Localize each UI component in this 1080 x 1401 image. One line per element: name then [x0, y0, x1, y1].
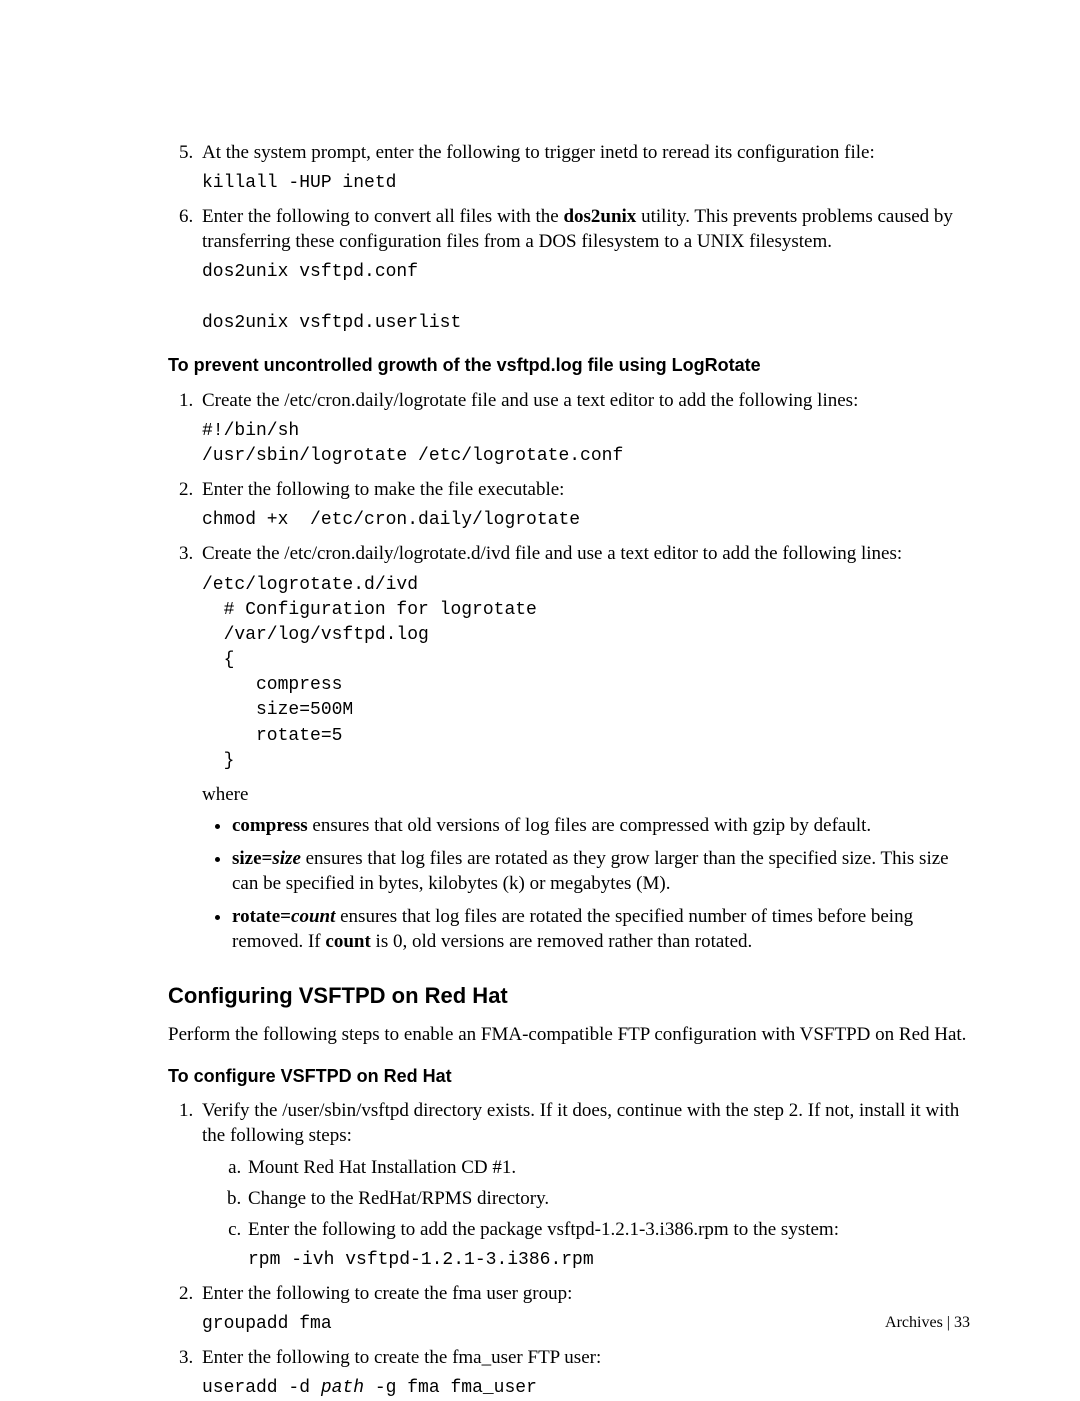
list-item: Create the /etc/cron.daily/logrotate.d/i… [198, 541, 970, 954]
code-block: dos2unix vsftpd.conf dos2unix vsftpd.use… [202, 260, 970, 336]
ordered-list-b: Create the /etc/cron.daily/logrotate fil… [168, 388, 970, 955]
code-block: chmod +x /etc/cron.daily/logrotate [202, 508, 970, 533]
where-label: where [202, 782, 970, 807]
text-fragment: ensures that old versions of log files a… [308, 815, 872, 836]
list-item: compress ensures that old versions of lo… [232, 813, 970, 838]
list-item: Change to the RedHat/RPMS directory. [246, 1186, 970, 1211]
code-fragment: useradd -d [202, 1378, 321, 1398]
list-item: Create the /etc/cron.daily/logrotate fil… [198, 388, 970, 469]
step-text: Enter the following to create the fma_us… [202, 1345, 970, 1370]
code-block: rpm -ivh vsftpd-1.2.1-3.i386.rpm [248, 1248, 970, 1273]
step-text: Enter the following to convert all files… [202, 204, 970, 254]
step-text: Create the /etc/cron.daily/logrotate.d/i… [202, 541, 970, 566]
step-text: Enter the following to create the fma us… [202, 1281, 970, 1306]
bold-italic-fragment: count [291, 906, 335, 927]
list-item: Enter the following to add the package v… [246, 1217, 970, 1273]
code-block: /etc/logrotate.d/ivd # Configuration for… [202, 573, 970, 775]
list-item: Enter the following to make the file exe… [198, 477, 970, 533]
step-text: Enter the following to add the package v… [248, 1217, 970, 1242]
ordered-list-c: Verify the /user/sbin/vsftpd directory e… [168, 1098, 970, 1401]
intro-paragraph: Perform the following steps to enable an… [168, 1022, 970, 1047]
code-block: groupadd fma [202, 1312, 970, 1337]
text-fragment: is 0, old versions are removed rather th… [371, 931, 752, 952]
list-item: Enter the following to create the fma us… [198, 1281, 970, 1337]
page-content: At the system prompt, enter the followin… [0, 0, 1080, 1397]
bullet-list: compress ensures that old versions of lo… [232, 813, 970, 954]
bold-fragment: compress [232, 815, 308, 836]
step-text: At the system prompt, enter the followin… [202, 140, 970, 165]
code-block: useradd -d path -g fma fma_user [202, 1376, 970, 1401]
page-footer: Archives | 33 [885, 1312, 970, 1333]
list-item: Verify the /user/sbin/vsftpd directory e… [198, 1098, 970, 1273]
code-block: #!/bin/sh /usr/sbin/logrotate /etc/logro… [202, 419, 970, 469]
text-fragment: Change to the RedHat/RPMS directory. [248, 1188, 549, 1209]
section-subheading-redhat: To configure VSFTPD on Red Hat [168, 1065, 970, 1089]
text-fragment: ensures that log files are rotated as th… [232, 848, 949, 894]
code-block: killall -HUP inetd [202, 171, 970, 196]
text-fragment: Enter the following to convert all files… [202, 206, 563, 227]
bold-fragment: rotate= [232, 906, 291, 927]
list-item: Enter the following to create the fma_us… [198, 1345, 970, 1401]
bold-fragment: size= [232, 848, 272, 869]
list-item: Enter the following to convert all files… [198, 204, 970, 336]
code-italic-fragment: path [321, 1378, 364, 1398]
bold-italic-fragment: size [272, 848, 301, 869]
code-fragment: -g fma fma_user [364, 1378, 537, 1398]
section-heading-redhat: Configuring VSFTPD on Red Hat [168, 981, 970, 1010]
ordered-list-a: At the system prompt, enter the followin… [168, 140, 970, 336]
section-heading-logrotate: To prevent uncontrolled growth of the vs… [168, 354, 970, 378]
step-text: Verify the /user/sbin/vsftpd directory e… [202, 1098, 970, 1148]
list-item: Mount Red Hat Installation CD #1. [246, 1155, 970, 1180]
list-item: size=size ensures that log files are rot… [232, 846, 970, 896]
list-item: rotate=count ensures that log files are … [232, 904, 970, 954]
bold-fragment: count [325, 931, 370, 952]
step-text: Create the /etc/cron.daily/logrotate fil… [202, 388, 970, 413]
alpha-list: Mount Red Hat Installation CD #1. Change… [230, 1155, 970, 1273]
list-item: At the system prompt, enter the followin… [198, 140, 970, 196]
text-fragment: Mount Red Hat Installation CD #1. [248, 1157, 516, 1178]
step-text: Enter the following to make the file exe… [202, 477, 970, 502]
bold-fragment: dos2unix [563, 206, 636, 227]
